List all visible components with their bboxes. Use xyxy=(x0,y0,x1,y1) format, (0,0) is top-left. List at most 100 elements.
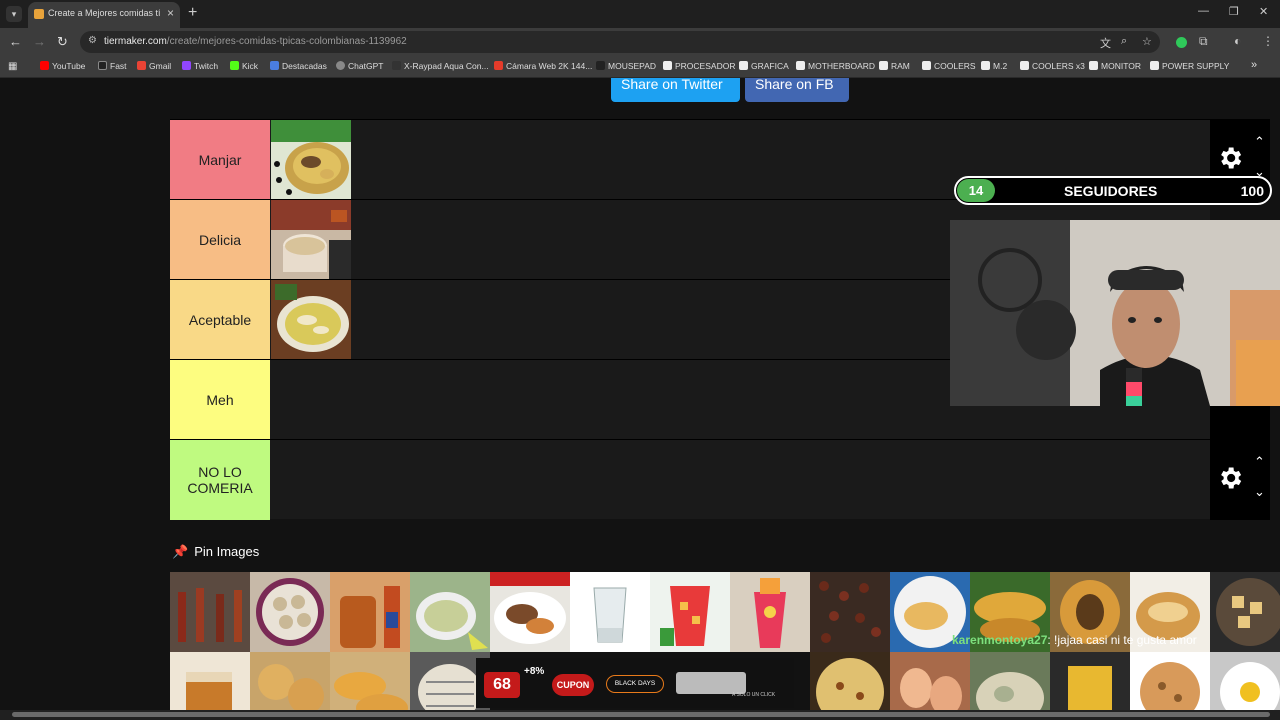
bookmark-grafica[interactable]: GRAFICA xyxy=(739,61,789,71)
share-twitter-button[interactable]: Share on Twitter xyxy=(611,78,740,102)
food-cup-soup-image xyxy=(271,200,351,280)
bookmark-procesador[interactable]: PROCESADOR xyxy=(663,61,735,71)
screen: ▾ Create a Mejores comidas típicas colom… xyxy=(0,0,1280,720)
tiermaker-page: Share on Twitter Share on FB Manjar ⌃ ⌄ … xyxy=(0,78,1280,720)
bookmark-kick[interactable]: Kick xyxy=(230,61,258,71)
webcam-feed xyxy=(950,220,1280,406)
restore-icon[interactable]: ❐ xyxy=(1229,5,1239,18)
food-ajiaco-image xyxy=(271,280,351,360)
followers-goal-bar: 14 SEGUIDORES 100 xyxy=(954,176,1272,205)
site-info-icon[interactable]: ⚙ xyxy=(88,35,97,46)
tier-row-no-lo-comeria[interactable]: NO LO COMERIA ⌃ ⌄ xyxy=(170,439,1270,520)
share-fb-button[interactable]: Share on FB xyxy=(745,78,849,102)
youtube-icon xyxy=(40,61,49,70)
pin-image-item[interactable] xyxy=(170,572,250,652)
bookmark-coolers-x3[interactable]: COOLERS x3 xyxy=(1020,61,1085,71)
chevron-up-icon[interactable]: ⌃ xyxy=(1254,134,1265,150)
bookmark-chatgpt[interactable]: ChatGPT xyxy=(336,61,383,71)
gear-icon[interactable] xyxy=(1216,464,1244,492)
bookmark-gmail[interactable]: Gmail xyxy=(137,61,171,71)
food-ants-image xyxy=(810,572,890,652)
horizontal-scrollbar[interactable] xyxy=(0,710,1280,720)
drink-fruit-cocktail-image xyxy=(650,572,730,652)
followers-goal: 100 xyxy=(1240,183,1264,199)
gear-icon[interactable] xyxy=(1216,144,1244,172)
streamer-webcam-image xyxy=(950,220,1280,406)
new-tab-icon[interactable]: + xyxy=(188,4,197,22)
tier-label[interactable]: Meh xyxy=(170,360,270,440)
promo-cupon: CUPON xyxy=(552,674,594,696)
scrollbar-thumb[interactable] xyxy=(12,712,1270,717)
food-salpicon-image xyxy=(730,572,810,652)
browser-menu-icon[interactable]: ⋮ xyxy=(1262,34,1274,48)
chevron-up-icon[interactable]: ⌃ xyxy=(1254,454,1265,470)
promo-black-days: BLACK DAYS xyxy=(606,675,664,693)
promo-value: 68 xyxy=(484,672,520,698)
tier-item-image[interactable] xyxy=(271,200,351,280)
zoom-icon[interactable]: ⌕ xyxy=(1121,35,1127,48)
bookmark-twitch[interactable]: Twitch xyxy=(182,61,218,71)
more-bookmarks-icon[interactable]: » xyxy=(1251,59,1257,71)
extensions-puzzle-icon[interactable]: ⧉ xyxy=(1199,34,1208,49)
kick-icon xyxy=(230,61,239,70)
bookmark-mousepad[interactable]: MOUSEPAD xyxy=(596,61,656,71)
bookmark-motherboard[interactable]: MOTHERBOARD xyxy=(796,61,875,71)
translate-icon[interactable]: 文 xyxy=(1100,35,1111,51)
bookmark-xraypad[interactable]: X-Raypad Aqua Con... xyxy=(392,61,489,71)
pin-image-item[interactable] xyxy=(410,572,490,652)
close-window-icon[interactable]: ✕ xyxy=(1259,5,1268,18)
minimize-icon[interactable]: — xyxy=(1198,5,1209,17)
tier-label[interactable]: Delicia xyxy=(170,200,270,280)
bookmark-ram[interactable]: RAM xyxy=(879,61,910,71)
bookmark-power-supply[interactable]: POWER SUPPLY xyxy=(1150,61,1229,71)
tier-label[interactable]: Manjar xyxy=(170,120,270,200)
tier-item-image[interactable] xyxy=(271,120,351,200)
bookmark-camara[interactable]: Cámara Web 2K 144... xyxy=(494,61,592,71)
back-arrow-icon[interactable]: ← xyxy=(9,34,22,49)
bookmark-m2[interactable]: M.2 xyxy=(981,61,1007,71)
pin-image-item[interactable] xyxy=(1210,572,1280,652)
gmail-icon xyxy=(137,61,146,70)
pin-image-item[interactable] xyxy=(810,572,890,652)
bookmark-destacadas[interactable]: Destacadas xyxy=(270,61,327,71)
followers-label: SEGUIDORES xyxy=(1064,183,1158,199)
bookmark-youtube[interactable]: YouTube xyxy=(40,61,85,71)
pin-image-item[interactable] xyxy=(250,572,330,652)
chatgpt-icon xyxy=(336,61,345,70)
drink-jar-image xyxy=(330,572,410,652)
drink-shot-glass-image xyxy=(570,572,650,652)
tier-item-image[interactable] xyxy=(271,280,351,360)
promo-banner[interactable]: 68 +8% CUPON BLACK DAYS A SOLO UN CLICK xyxy=(476,658,794,708)
apps-grid-icon[interactable]: ▦ xyxy=(8,61,17,72)
bookmark-coolers[interactable]: COOLERS xyxy=(922,61,976,71)
url-text: tiermaker.com/create/mejores-comidas-tpi… xyxy=(104,36,407,47)
bookmark-fast[interactable]: Fast xyxy=(98,61,127,71)
promo-extra: +8% xyxy=(524,666,545,677)
close-tab-icon[interactable]: × xyxy=(167,6,174,20)
tier-label[interactable]: Aceptable xyxy=(170,280,270,360)
pin-image-item[interactable] xyxy=(730,572,810,652)
bookmark-monitor[interactable]: MONITOR xyxy=(1089,61,1141,71)
browser-tab-active[interactable]: Create a Mejores comidas típicas colombi… xyxy=(28,2,180,28)
amazon-icon xyxy=(1150,61,1159,70)
bookmark-star-icon[interactable]: ☆ xyxy=(1142,35,1152,48)
pin-image-item[interactable] xyxy=(330,572,410,652)
pin-image-item[interactable] xyxy=(490,572,570,652)
food-bandeja-image xyxy=(490,572,570,652)
tiermaker-favicon-icon xyxy=(34,9,44,19)
forward-arrow-icon[interactable]: → xyxy=(33,34,46,49)
tab-list-icon[interactable]: ▾ xyxy=(6,6,22,22)
profile-avatar-icon[interactable]: ◐ xyxy=(1234,34,1241,48)
tier-label[interactable]: NO LO COMERIA xyxy=(170,440,270,520)
food-mushrooms-image xyxy=(250,572,330,652)
chevron-down-icon[interactable]: ⌄ xyxy=(1254,484,1265,500)
bookmarks-bar: ▦ YouTube Fast Gmail Twitch Kick Destaca… xyxy=(0,56,1280,78)
pin-image-item[interactable] xyxy=(570,572,650,652)
amazon-icon xyxy=(739,61,748,70)
amazon-icon xyxy=(879,61,888,70)
reload-icon[interactable]: ↻ xyxy=(57,34,68,50)
extension-green-icon[interactable] xyxy=(1176,37,1187,48)
address-bar[interactable]: ⚙ tiermaker.com/create/mejores-comidas-t… xyxy=(80,31,1160,53)
amazon-icon xyxy=(1089,61,1098,70)
pin-image-item[interactable] xyxy=(650,572,730,652)
